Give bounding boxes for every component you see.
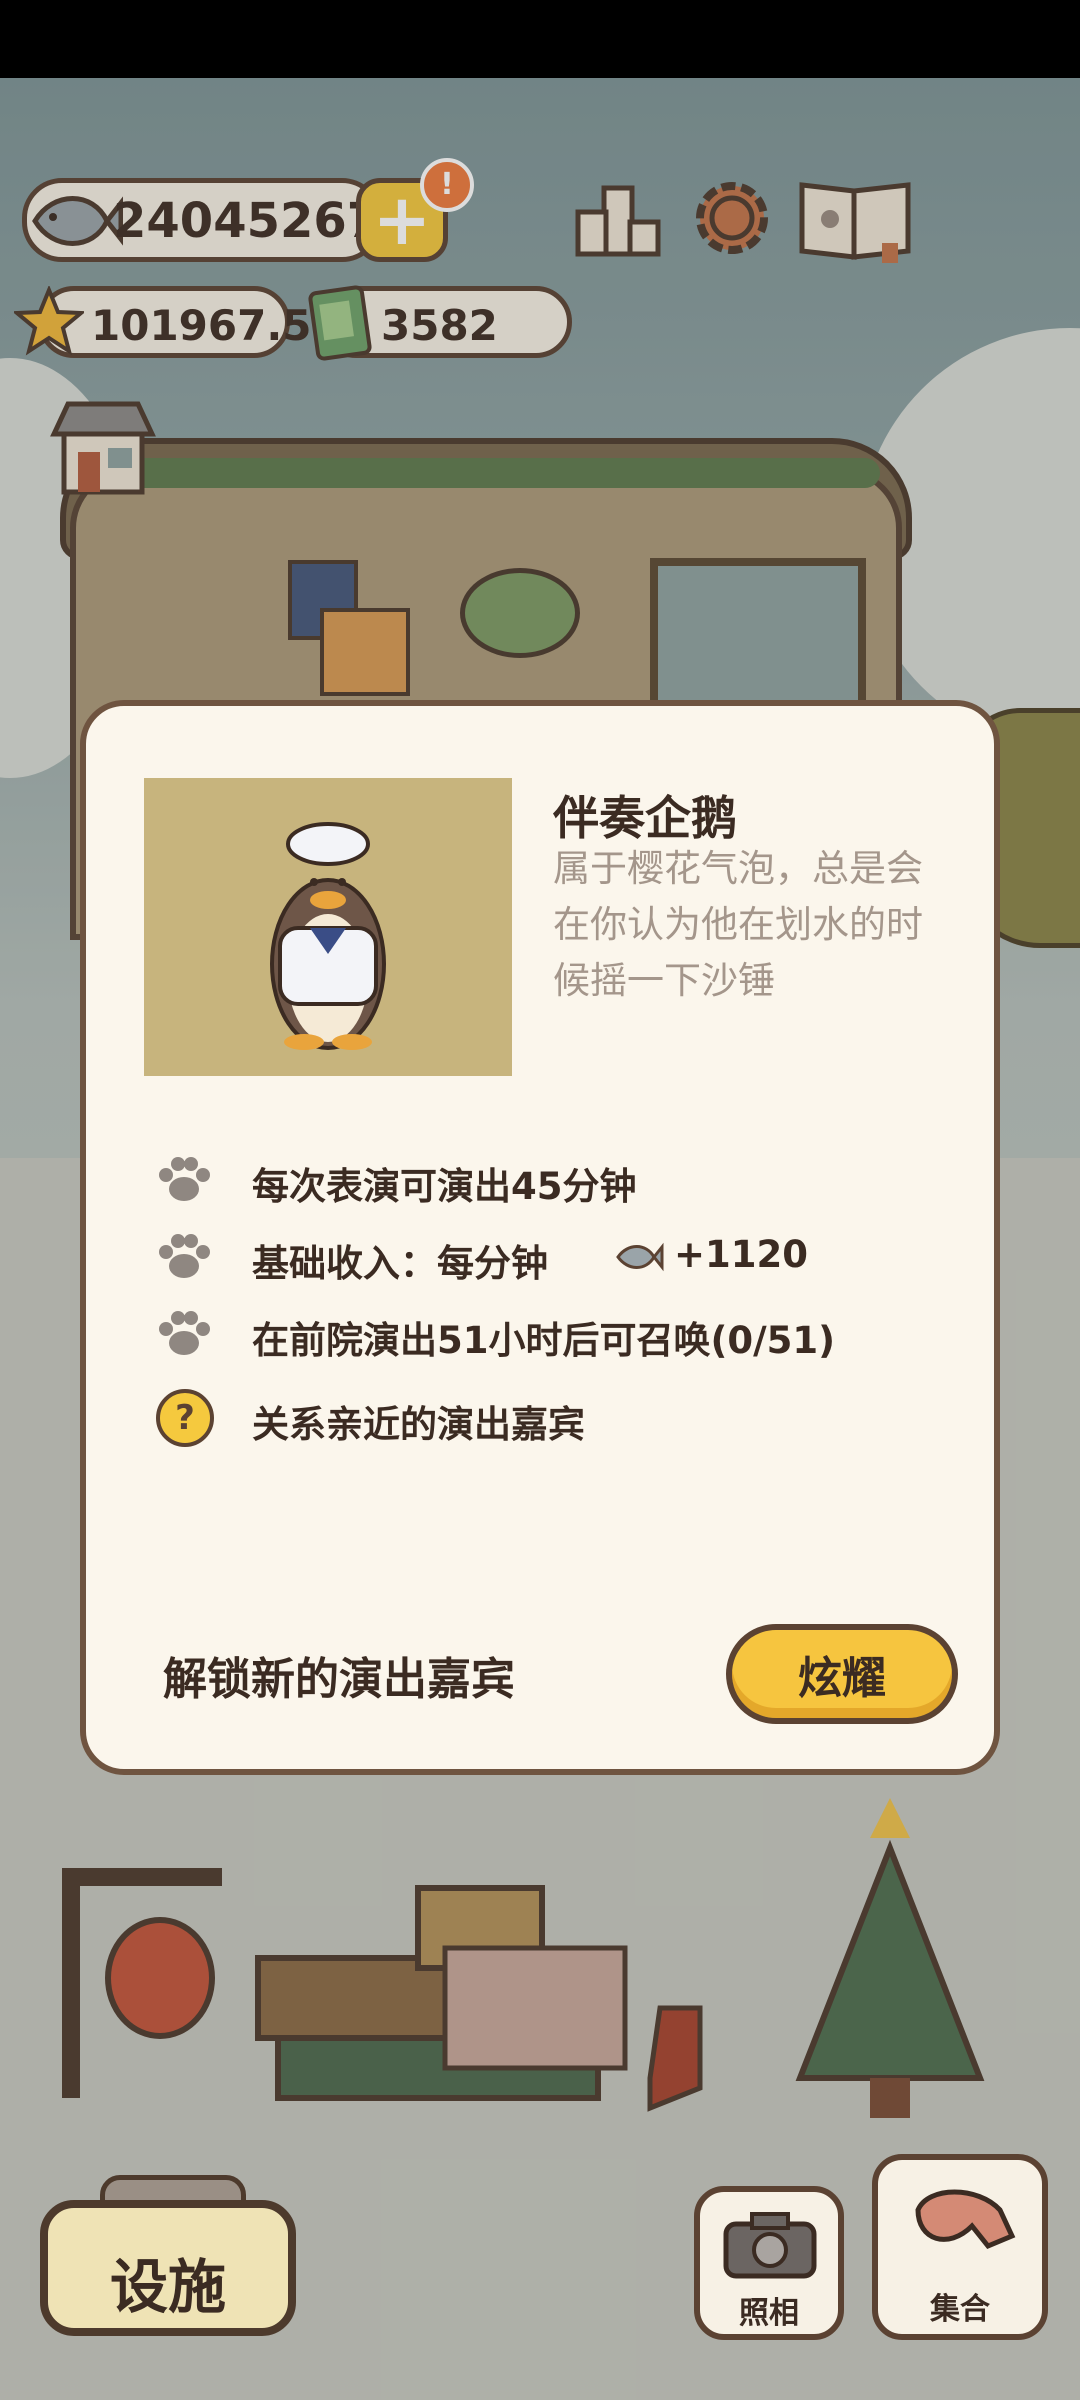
unlock-guest-text: 解锁新的演出嘉宾 [163,1654,515,1705]
gather-label: 集合 [930,2292,990,2327]
whistle-icon [915,2189,1016,2250]
character-description: 属于樱花气泡，总是会在你认为他在划水的时候摇一下沙锤 [553,847,923,1002]
paw-icon [156,1152,212,1208]
photo-button[interactable]: 照相 [694,2186,844,2340]
penguin-illustration [270,822,386,1050]
info-row-performance-time: 每次表演可演出45分钟 [156,1150,637,1210]
camera-icon [723,2212,817,2279]
show-off-button[interactable]: 炫耀 [726,1624,958,1724]
summon-condition-text: 在前院演出51小时后可召唤(0/51) [252,1319,836,1362]
performance-time-text: 每次表演可演出45分钟 [252,1165,637,1208]
base-income-text: 基础收入：每分钟 [252,1242,548,1285]
facilities-button[interactable]: 设施 [40,2200,296,2336]
photo-label: 照相 [739,2296,799,2331]
question-icon[interactable]: ? [156,1389,214,1447]
paw-icon [156,1229,212,1285]
info-row-base-income: 基础收入：每分钟 +1120 [156,1227,808,1287]
character-name: 伴奏企鹅 [553,791,737,845]
close-guest-text: 关系亲近的演出嘉宾 [252,1403,585,1446]
income-value: +1120 [674,1233,808,1276]
paw-icon [156,1306,212,1362]
fish-icon [616,1242,664,1272]
info-row-summon-condition: 在前院演出51小时后可召唤(0/51) [156,1304,835,1364]
gather-button[interactable]: 集合 [872,2154,1048,2340]
status-bar [0,0,1080,78]
facilities-label: 设施 [109,2253,226,2321]
info-row-close-guest[interactable]: ? 关系亲近的演出嘉宾 [156,1388,585,1448]
guest-detail-dialog: 伴奏企鹅 属于樱花气泡，总是会在你认为他在划水的时候摇一下沙锤 每次表演可演出4… [80,700,1000,1775]
character-portrait [144,778,512,1076]
